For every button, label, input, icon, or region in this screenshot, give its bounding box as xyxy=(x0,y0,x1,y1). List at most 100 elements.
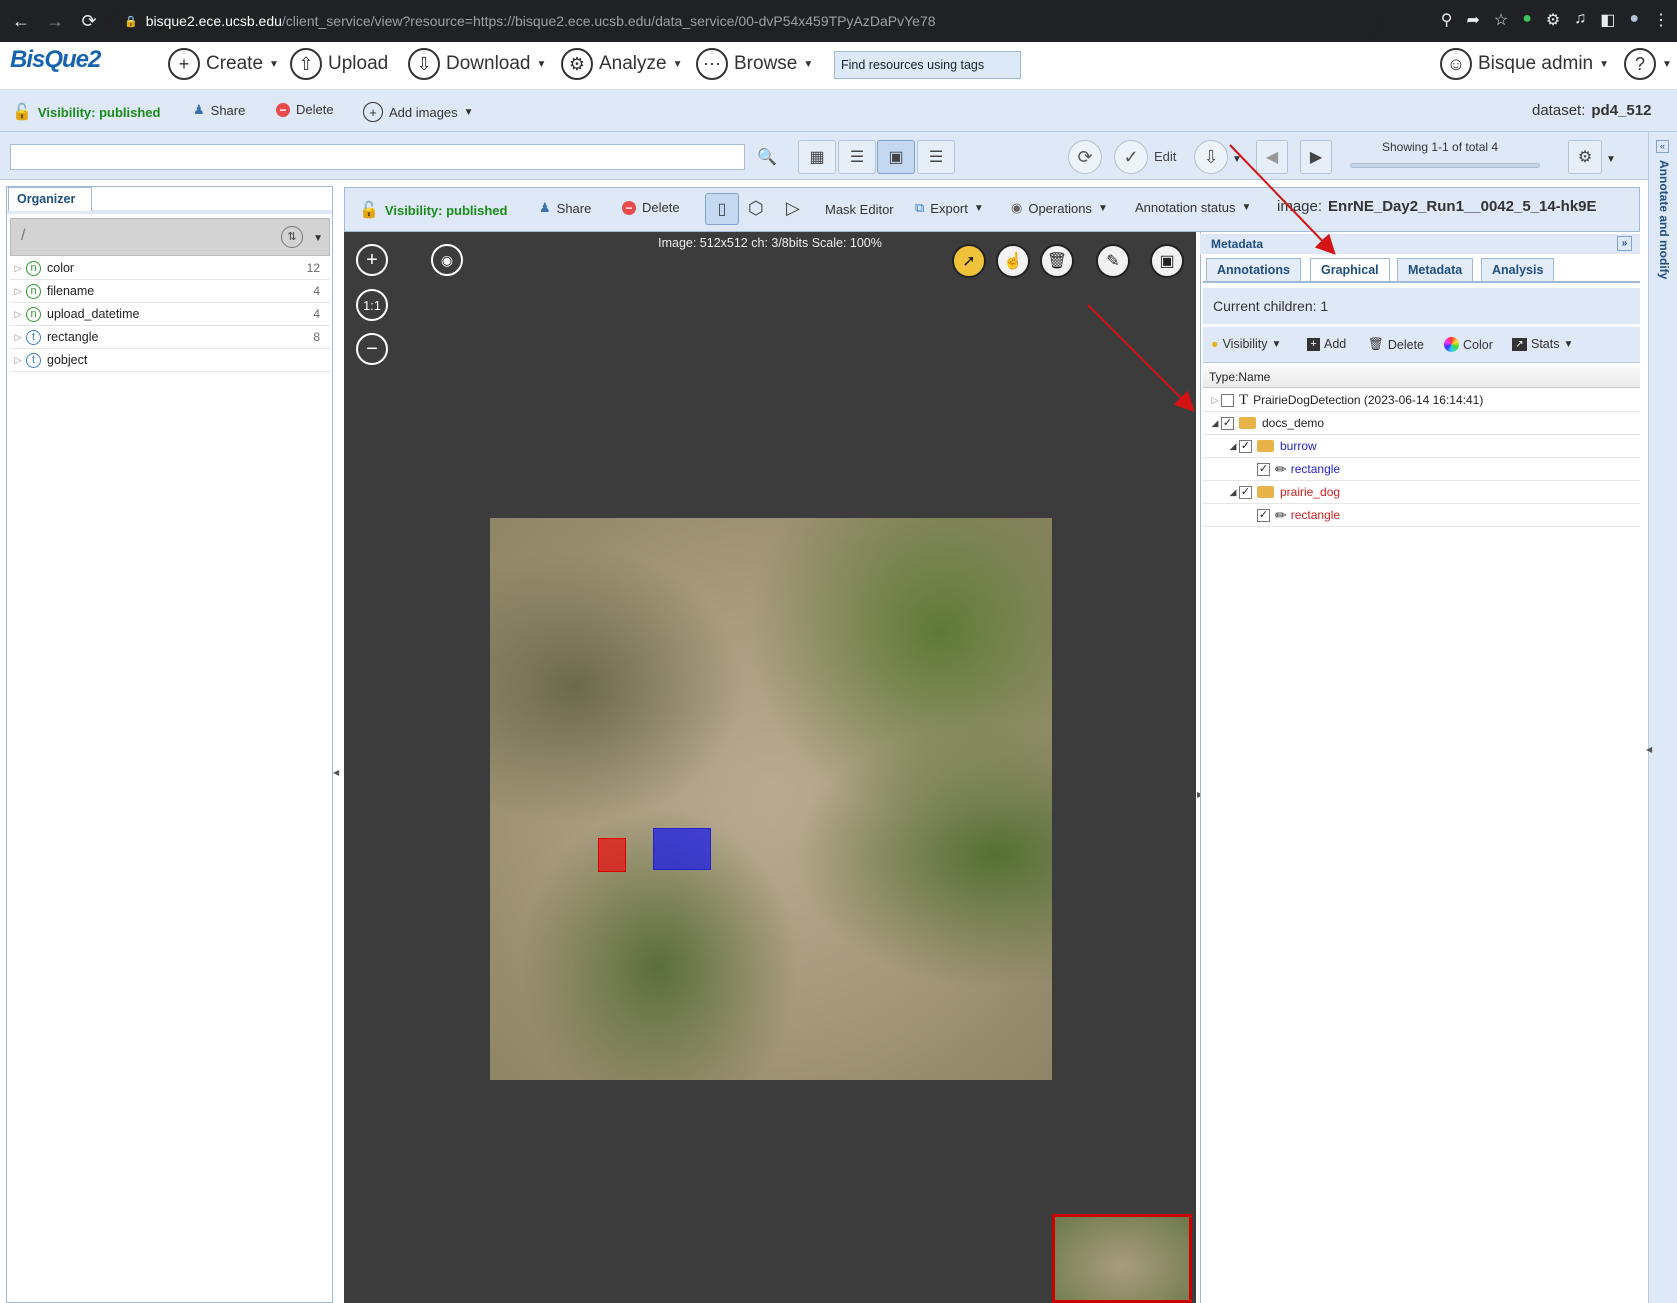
user-menu[interactable]: ☺ Bisque admin ▼ xyxy=(1440,48,1609,80)
checkbox[interactable] xyxy=(1221,393,1234,407)
expand-side-icon[interactable]: « xyxy=(1656,140,1669,153)
tab-graphical[interactable]: Graphical xyxy=(1310,258,1390,282)
edit-label[interactable]: Edit xyxy=(1154,149,1176,164)
download-down-button[interactable]: ⇩ xyxy=(1194,140,1228,174)
viewer-visibility-button[interactable]: 🔓 Visibility: published xyxy=(359,200,507,220)
minimap[interactable] xyxy=(1052,1214,1192,1303)
image-viewer[interactable]: Image: 512x512 ch: 3/8bits Scale: 100% +… xyxy=(344,232,1196,1303)
view-thumbnails-button[interactable]: ▦ xyxy=(798,140,836,174)
create-menu[interactable]: + Create ▼ xyxy=(168,48,279,80)
side-panel-strip[interactable]: « xyxy=(1648,132,1677,1303)
caret-icon[interactable]: ▼ xyxy=(1232,154,1242,165)
zoom-in-button[interactable]: + xyxy=(356,244,388,276)
view-detail-button[interactable]: ☰ xyxy=(917,140,955,174)
pagination-slider[interactable] xyxy=(1350,163,1540,168)
checkbox[interactable]: ✓ xyxy=(1239,485,1252,499)
image-canvas[interactable] xyxy=(490,518,1052,1080)
mask-editor-button[interactable]: Mask Editor xyxy=(825,202,894,217)
gob-visibility-menu[interactable]: ● Visibility ▼ xyxy=(1211,337,1281,351)
tab-analysis[interactable]: Analysis xyxy=(1481,258,1555,282)
collapse-icon[interactable]: ◢ xyxy=(1227,487,1239,498)
gob-add-button[interactable]: + Add xyxy=(1307,337,1346,351)
tag-search-input[interactable]: Find resources using tags xyxy=(834,51,1021,79)
tree-row[interactable]: ◢ ✓ prairie_dog xyxy=(1203,481,1640,504)
zoom-icon[interactable]: ⚲ xyxy=(1441,10,1453,30)
annotate-modify-label[interactable]: Annotate and modify xyxy=(1655,160,1671,279)
organizer-row[interactable]: ▷ n upload_datetime 4 xyxy=(10,303,330,326)
tree-row[interactable]: ✓ ✏ rectangle xyxy=(1203,504,1640,527)
star-icon[interactable]: ☆ xyxy=(1494,10,1508,30)
collapse-icon[interactable]: ◢ xyxy=(1209,418,1221,429)
checkbox[interactable]: ✓ xyxy=(1257,462,1270,476)
expand-icon[interactable]: ▷ xyxy=(10,286,26,297)
tab-annotations[interactable]: Annotations xyxy=(1206,258,1301,282)
download-menu[interactable]: ⇩ Download ▼ xyxy=(408,48,546,80)
resource-search-input[interactable] xyxy=(10,144,745,170)
bisque-logo[interactable]: BisQue2 xyxy=(10,46,101,74)
gob-delete-button[interactable]: 🗑 Delete xyxy=(1368,337,1424,352)
search-button[interactable]: 🔍 xyxy=(748,140,786,174)
side-collapse-handle[interactable]: ◀ xyxy=(1646,745,1652,754)
tab-metadata[interactable]: Metadata xyxy=(1397,258,1474,282)
expand-icon[interactable]: ▷ xyxy=(1209,395,1221,406)
browse-menu[interactable]: ⋯ Browse ▼ xyxy=(696,48,813,80)
organizer-row[interactable]: ▷ t rectangle 8 xyxy=(10,326,330,349)
checkbox[interactable]: ✓ xyxy=(1239,439,1252,453)
expand-icon[interactable]: ▷ xyxy=(10,263,26,274)
sort-icon[interactable]: ⇅ xyxy=(281,226,303,248)
type-name-header[interactable]: Type:Name xyxy=(1203,366,1640,388)
back-icon[interactable]: ← xyxy=(4,11,38,32)
trash-tool-button[interactable]: 🗑 xyxy=(1040,244,1074,278)
organizer-path[interactable]: / ⇅ ▼ xyxy=(10,218,330,256)
expand-icon[interactable]: ▷ xyxy=(10,332,26,343)
prev-button[interactable]: ◀ xyxy=(1256,140,1288,174)
operations-menu[interactable]: ◉ Operations ▼ xyxy=(1011,200,1108,216)
display-tool-button[interactable]: ▣ xyxy=(1150,244,1184,278)
gob-color-button[interactable]: Color xyxy=(1444,337,1493,352)
media-icon[interactable]: ♫ xyxy=(1574,10,1586,30)
next-button[interactable]: ▶ xyxy=(1300,140,1332,174)
zoom-reset-button[interactable]: 1:1 xyxy=(356,289,388,321)
organizer-row[interactable]: ▷ t gobject xyxy=(10,349,330,372)
tree-row[interactable]: ▷ T PrairieDogDetection (2023-06-14 16:1… xyxy=(1203,389,1640,412)
sidepanel-icon[interactable]: ◧ xyxy=(1600,10,1615,30)
annotation-status-menu[interactable]: Annotation status ▼ xyxy=(1135,200,1251,215)
eye-toggle-button[interactable]: ◉ xyxy=(431,244,463,276)
gob-stats-menu[interactable]: ↗ Stats ▼ xyxy=(1512,337,1573,351)
expand-icon[interactable]: ▷ xyxy=(10,309,26,320)
visibility-button[interactable]: 🔓 Visibility: published xyxy=(12,102,160,122)
puzzle-icon[interactable]: ⚙ xyxy=(1546,10,1560,30)
prairie-dog-rectangle[interactable] xyxy=(598,838,626,872)
extension-green-icon[interactable]: ● xyxy=(1522,10,1532,30)
organizer-row[interactable]: ▷ n filename 4 xyxy=(10,280,330,303)
help-menu[interactable]: ? ▼ xyxy=(1624,48,1672,80)
navigate-tool-button[interactable]: ➚ xyxy=(952,244,986,278)
tree-row[interactable]: ◢ ✓ docs_demo xyxy=(1203,412,1640,435)
viewer-delete-button[interactable]: − Delete xyxy=(622,200,680,215)
draw-tool-button[interactable]: ✎ xyxy=(1096,244,1130,278)
share-icon[interactable]: ➦ xyxy=(1466,10,1479,30)
view-list-button[interactable]: ☰ xyxy=(838,140,876,174)
profile-avatar[interactable]: ● xyxy=(1629,10,1639,30)
share-button[interactable]: ♟ Share xyxy=(193,102,245,118)
tree-row[interactable]: ◢ ✓ burrow xyxy=(1203,435,1640,458)
caret-icon[interactable]: ▼ xyxy=(1606,154,1616,165)
analyze-menu[interactable]: ⚙ Analyze ▼ xyxy=(561,48,683,80)
refresh-button[interactable]: ⟳ xyxy=(1068,140,1102,174)
tree-row[interactable]: ✓ ✏ rectangle xyxy=(1203,458,1640,481)
view-card-button[interactable]: ▣ xyxy=(877,140,915,174)
organizer-row[interactable]: ▷ n color 12 xyxy=(10,257,330,280)
expand-icon[interactable]: ▷ xyxy=(10,355,26,366)
edit-check-button[interactable]: ✓ xyxy=(1114,140,1148,174)
view-3d-cube-icon[interactable]: ⬡ xyxy=(748,198,764,219)
settings-button[interactable]: ⚙ xyxy=(1568,140,1602,174)
upload-menu[interactable]: ⇧ Upload xyxy=(290,48,388,80)
movie-camera-icon[interactable]: ▷ xyxy=(786,198,800,219)
view-2d-button[interactable]: ▯ xyxy=(705,193,739,225)
checkbox[interactable]: ✓ xyxy=(1257,508,1270,522)
tab-organizer[interactable]: Organizer xyxy=(8,187,92,211)
checkbox[interactable]: ✓ xyxy=(1221,416,1234,430)
zoom-out-button[interactable]: − xyxy=(356,333,388,365)
collapse-icon[interactable]: ◢ xyxy=(1227,441,1239,452)
collapse-left-handle[interactable]: ◀ xyxy=(333,768,339,777)
